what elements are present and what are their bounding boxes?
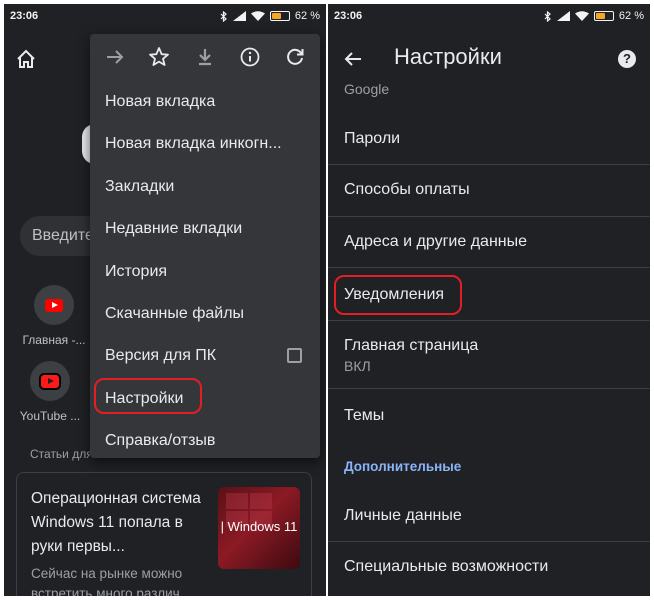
signal-icon	[232, 11, 246, 21]
settings-row-themes[interactable]: Темы	[328, 407, 650, 425]
signal-icon	[556, 11, 570, 21]
settings-app-bar: Настройки ?	[328, 38, 650, 82]
highlight-outline	[334, 275, 462, 315]
download-icon[interactable]	[194, 46, 216, 68]
article-thumbnail: | Windows 11	[218, 487, 300, 569]
star-icon[interactable]	[148, 46, 170, 68]
menu-icon-row	[90, 34, 320, 80]
battery-icon	[269, 11, 290, 21]
divider	[328, 388, 650, 389]
divider	[328, 216, 650, 217]
left-screenshot: 23:06 62 % Введите Главная -... YouTube …	[4, 4, 326, 596]
page-title: Настройки	[394, 44, 502, 69]
menu-item-help-feedback[interactable]: Справка/отзыв	[90, 421, 320, 461]
refresh-icon[interactable]	[284, 46, 306, 68]
divider	[328, 164, 650, 165]
desktop-version-checkbox[interactable]	[287, 348, 302, 363]
back-arrow-icon[interactable]	[342, 48, 364, 70]
home-icon[interactable]	[15, 48, 37, 70]
bluetooth-icon	[544, 10, 551, 22]
settings-row-addresses[interactable]: Адреса и другие данные	[328, 233, 650, 251]
divider	[328, 320, 650, 321]
help-icon[interactable]: ?	[618, 50, 636, 68]
menu-item-desktop-version[interactable]: Версия для ПК	[90, 336, 320, 376]
article-title: Операционная система Windows 11 попала в…	[31, 490, 201, 555]
article-card[interactable]: Операционная система Windows 11 попала в…	[16, 472, 312, 596]
menu-item-bookmarks[interactable]: Закладки	[90, 167, 320, 207]
forward-icon[interactable]	[104, 46, 126, 68]
settings-row-privacy[interactable]: Личные данные	[328, 507, 650, 525]
shortcut-label: YouTube ...	[19, 409, 81, 423]
menu-item-downloads[interactable]: Скачанные файлы	[90, 294, 320, 334]
status-bar: 23:06 62 %	[328, 4, 650, 28]
articles-header: Статьи для	[30, 447, 90, 461]
settings-row-passwords[interactable]: Пароли	[328, 130, 650, 148]
menu-item-history[interactable]: История	[90, 252, 320, 292]
homepage-status: ВКЛ	[344, 358, 371, 374]
menu-item-recent-tabs[interactable]: Недавние вкладки	[90, 209, 320, 249]
article-snippet: Сейчас на рынке можно встретить много ра…	[31, 566, 183, 596]
status-time: 23:06	[334, 10, 363, 22]
status-time: 23:06	[10, 10, 39, 22]
overflow-menu: Новая вкладка Новая вкладка инкогн... За…	[90, 34, 320, 458]
battery-icon	[593, 11, 614, 21]
divider	[328, 267, 650, 268]
youtube-icon	[30, 361, 70, 401]
shortcut-tile-home[interactable]: Главная -...	[14, 285, 94, 347]
highlight-outline	[94, 378, 202, 414]
status-bar: 23:06 62 %	[4, 4, 326, 28]
youtube-icon	[34, 285, 74, 325]
shortcut-label: Главная -...	[22, 333, 86, 347]
battery-percent: 62 %	[294, 10, 320, 22]
settings-row-payment-methods[interactable]: Способы оплаты	[328, 181, 650, 199]
shortcut-tile-youtube[interactable]: YouTube ...	[10, 361, 90, 423]
info-icon[interactable]	[239, 46, 261, 68]
settings-row-google[interactable]: Google	[328, 81, 650, 97]
battery-percent: 62 %	[618, 10, 644, 22]
menu-item-incognito-tab[interactable]: Новая вкладка инкогн...	[90, 124, 320, 164]
menu-item-new-tab[interactable]: Новая вкладка	[90, 82, 320, 122]
divider	[328, 541, 650, 542]
wifi-icon	[250, 11, 265, 21]
menu-item-label: Версия для ПК	[105, 347, 217, 364]
wifi-icon	[574, 11, 589, 21]
thumbnail-caption: | Windows 11	[220, 519, 298, 534]
bluetooth-icon	[220, 10, 227, 22]
settings-row-accessibility[interactable]: Специальные возможности	[328, 558, 650, 576]
right-screenshot: 23:06 62 % Настройки ? Google Пароли Спо…	[328, 4, 650, 596]
settings-row-homepage[interactable]: Главная страница	[328, 337, 650, 355]
section-header-advanced: Дополнительные	[344, 459, 462, 474]
